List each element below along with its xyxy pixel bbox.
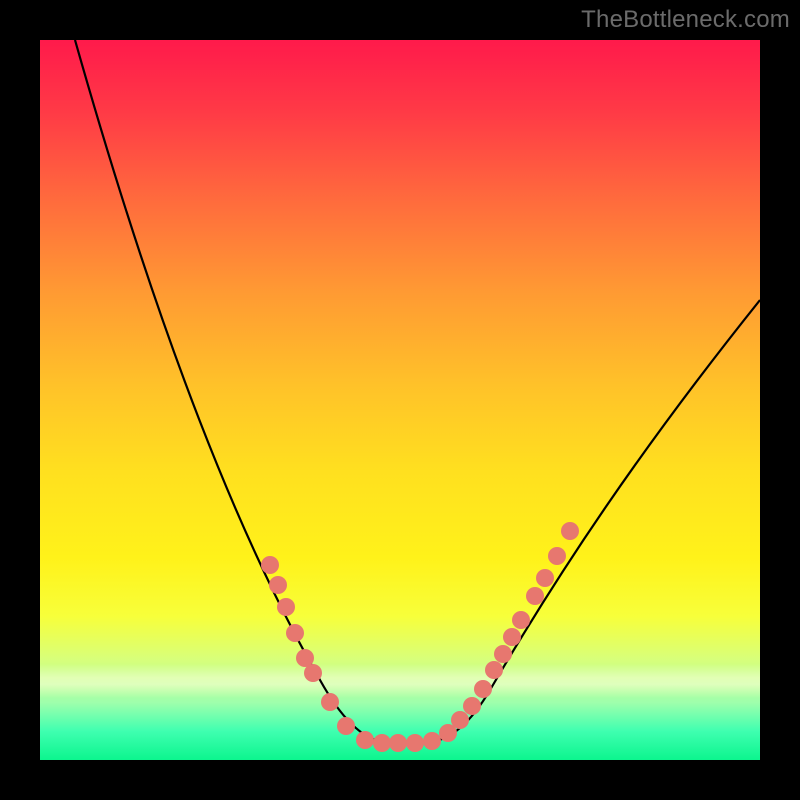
data-marker: [261, 556, 279, 574]
data-marker: [356, 731, 374, 749]
data-marker: [512, 611, 530, 629]
data-marker: [503, 628, 521, 646]
data-marker: [286, 624, 304, 642]
data-marker: [561, 522, 579, 540]
data-marker: [304, 664, 322, 682]
data-marker: [337, 717, 355, 735]
data-marker: [474, 680, 492, 698]
plot-area: [40, 40, 760, 760]
data-marker: [373, 734, 391, 752]
data-marker: [548, 547, 566, 565]
data-marker: [526, 587, 544, 605]
data-marker: [389, 734, 407, 752]
bottleneck-curve: [75, 40, 760, 742]
data-marker: [269, 576, 287, 594]
data-marker: [423, 732, 441, 750]
watermark-text: TheBottleneck.com: [581, 6, 790, 34]
chart-frame: TheBottleneck.com: [0, 0, 800, 800]
data-marker: [451, 711, 469, 729]
curve-layer: [40, 40, 760, 760]
data-marker: [463, 697, 481, 715]
data-marker: [494, 645, 512, 663]
data-marker: [536, 569, 554, 587]
data-marker: [406, 734, 424, 752]
marker-group: [261, 522, 579, 752]
data-marker: [277, 598, 295, 616]
data-marker: [321, 693, 339, 711]
data-marker: [485, 661, 503, 679]
